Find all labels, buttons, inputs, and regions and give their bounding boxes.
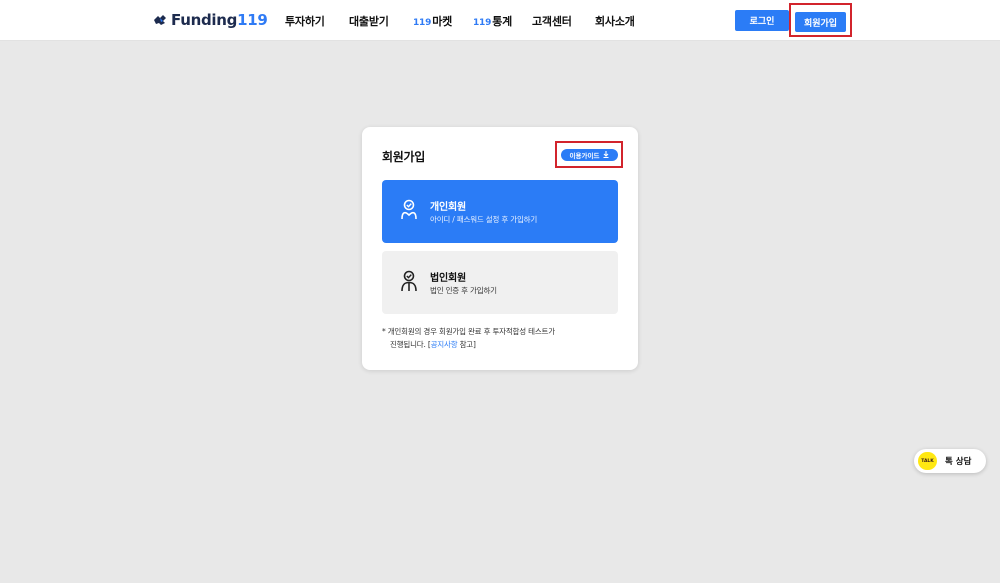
notice-link[interactable]: 공지사항 [431,340,458,349]
join-button[interactable]: 회원가입 [795,12,846,32]
logo-mark-icon [153,13,167,27]
top-header: Funding 119 투자하기 대출받기 119마켓 119통계 고객센터 회… [0,0,1000,41]
nav-stats-prefix: 119 [473,18,492,28]
nav-loan-label: 대출받기 [349,15,389,28]
person-icon [399,198,419,224]
guide-button-label: 이용가이드 [569,152,600,160]
corporate-member-title: 법인회원 [430,273,466,284]
join-button-highlight: 회원가입 [789,3,852,37]
corporate-member-option[interactable]: 법인회원 법인 인증 후 가입하기 [382,251,618,314]
nav-support[interactable]: 고객센터 [532,13,572,29]
login-button[interactable]: 로그인 [735,10,789,31]
nav-about[interactable]: 회사소개 [595,13,635,29]
signup-note: * 개인회원의 경우 회원가입 완료 후 투자적합성 테스트가 진행됩니다. [… [382,325,622,351]
note-line2-suffix: 참고] [457,340,476,349]
nav-support-label: 고객센터 [532,15,572,28]
nav-stats[interactable]: 119통계 [473,13,512,29]
nav-market-label: 마켓 [432,15,453,28]
nav-market[interactable]: 119마켓 [413,13,452,29]
nav-loan[interactable]: 대출받기 [349,13,389,29]
nav-invest-label: 투자하기 [285,15,325,28]
personal-member-option[interactable]: 개인회원 아이디 / 패스워드 설정 후 가입하기 [382,180,618,243]
signup-title: 회원가입 [382,150,425,164]
corporate-member-subtitle: 법인 인증 후 가입하기 [430,286,497,295]
logo-text: Funding [171,11,238,29]
personal-member-title: 개인회원 [430,202,466,213]
guide-button[interactable]: 이용가이드 [561,149,618,161]
note-line1: * 개인회원의 경우 회원가입 완료 후 투자적합성 테스트가 [382,327,555,336]
logo-number: 119 [237,11,268,29]
kakao-talk-icon: TALK [918,452,937,470]
note-line2-prefix: 진행됩니다. [ [390,340,431,349]
signup-card: 회원가입 이용가이드 개인회원 아이디 / 패스워드 설정 후 가입하기 법인회… [362,127,638,370]
nav-stats-label: 통계 [492,15,513,28]
note-line2: 진행됩니다. [공지사항 참고] [382,338,622,351]
talk-consult-label: 톡 상담 [945,457,972,467]
corporate-person-icon [399,269,419,295]
nav-market-prefix: 119 [413,18,432,28]
guide-button-highlight: 이용가이드 [555,141,623,168]
funding119-logo[interactable]: Funding 119 [153,11,268,29]
kakao-talk-badge: TALK [921,458,934,464]
personal-member-subtitle: 아이디 / 패스워드 설정 후 가입하기 [430,215,538,224]
download-icon [603,150,609,160]
nav-about-label: 회사소개 [595,15,635,28]
kakao-talk-consult-button[interactable]: TALK 톡 상담 [914,449,986,473]
nav-invest[interactable]: 투자하기 [285,13,325,29]
